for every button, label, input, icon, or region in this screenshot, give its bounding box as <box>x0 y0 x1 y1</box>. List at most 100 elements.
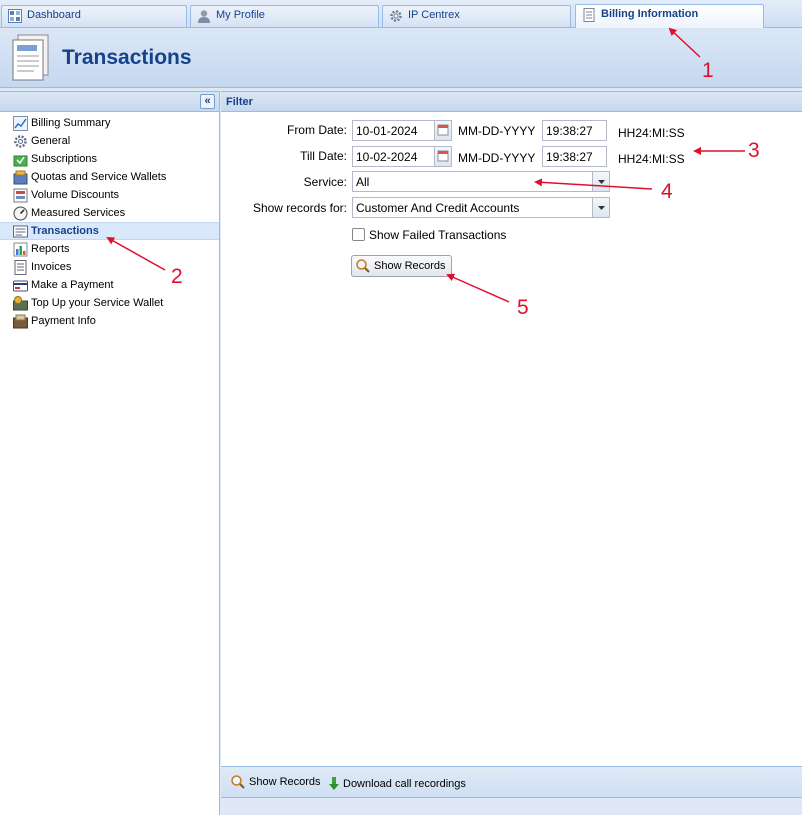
filter-header: Filter <box>221 91 802 112</box>
calendar-icon <box>437 150 449 162</box>
show-failed-transactions-checkbox[interactable] <box>352 228 365 241</box>
sidebar-item-label: Volume Discounts <box>31 189 120 201</box>
sidebar-item-transactions[interactable]: Transactions <box>0 222 219 240</box>
chart-icon <box>13 115 28 131</box>
download-call-recordings-label: Download call recordings <box>343 777 466 790</box>
chevron-down-icon <box>598 180 605 184</box>
show-records-for-select[interactable]: Customer And Credit Accounts <box>352 197 610 218</box>
bottom-strip <box>221 798 802 815</box>
from-date-input[interactable]: 10-01-2024 <box>352 120 435 141</box>
sidebar-item-invoices[interactable]: Invoices <box>0 258 219 276</box>
annotation-number-5: 5 <box>517 296 529 319</box>
sidebar-item-payment-info[interactable]: Payment Info <box>0 312 219 330</box>
sidebar-item-quotas[interactable]: Quotas and Service Wallets <box>0 168 219 186</box>
page-header: Transactions <box>0 28 802 88</box>
download-call-recordings-button[interactable]: Download call recordings <box>328 776 466 791</box>
annotation-number-1: 1 <box>702 59 714 82</box>
from-date-format: MM-DD-YYYY <box>458 124 536 138</box>
annotation-number-4: 4 <box>661 180 673 203</box>
show-records-button[interactable]: Show Records <box>351 255 452 277</box>
service-dropdown-trigger[interactable] <box>592 172 609 191</box>
sidebar-item-label: Top Up your Service Wallet <box>31 297 164 309</box>
gear-icon <box>389 9 403 23</box>
service-select-value: All <box>356 175 370 189</box>
transactions-document-icon <box>10 34 52 85</box>
sidebar-item-label: Reports <box>31 243 70 255</box>
annotation-number-2: 2 <box>171 265 183 288</box>
till-date-input[interactable]: 10-02-2024 <box>352 146 435 167</box>
top-tab-bar: Dashboard My Profile IP Centrex Billing … <box>0 0 802 28</box>
sidebar-item-label: Quotas and Service Wallets <box>31 171 167 183</box>
tab-my-profile-label: My Profile <box>216 9 265 21</box>
document-icon <box>582 8 596 22</box>
annotation-number-3: 3 <box>748 139 760 162</box>
page-title: Transactions <box>62 46 192 69</box>
sidebar-nav: Billing Summary General Subscriptions Qu… <box>0 112 219 330</box>
toolbar-show-records-label: Show Records <box>249 776 321 788</box>
tab-dashboard-label: Dashboard <box>27 9 81 21</box>
show-records-for-value: Customer And Credit Accounts <box>356 201 520 215</box>
sidebar-item-label: Make a Payment <box>31 279 114 291</box>
payment-info-icon <box>13 314 28 329</box>
sidebar-item-label: Payment Info <box>31 315 96 327</box>
download-arrow-icon <box>329 777 339 790</box>
bottom-toolbar: Show Records Download call recordings <box>221 766 802 798</box>
records-dropdown-trigger[interactable] <box>592 198 609 217</box>
discount-icon <box>13 188 28 203</box>
search-icon <box>356 259 370 273</box>
sidebar-item-label: Transactions <box>31 225 99 237</box>
money-icon <box>13 295 28 311</box>
sidebar-item-billing-summary[interactable]: Billing Summary <box>0 114 219 132</box>
sidebar-item-label: Subscriptions <box>31 153 98 165</box>
from-date-label: From Date: <box>286 123 347 137</box>
tab-ip-centrex[interactable]: IP Centrex <box>382 5 571 27</box>
sidebar: « Billing Summary General Subscriptions … <box>0 91 220 815</box>
sidebar-item-label: Billing Summary <box>31 117 111 129</box>
sidebar-item-measured-services[interactable]: Measured Services <box>0 204 219 222</box>
till-time-input[interactable]: 19:38:27 <box>542 146 607 167</box>
bar-chart-icon <box>13 242 28 257</box>
sidebar-item-top-up[interactable]: Top Up your Service Wallet <box>0 294 219 312</box>
transactions-icon <box>13 224 28 239</box>
tab-dashboard[interactable]: Dashboard <box>1 5 187 27</box>
search-icon <box>231 775 245 789</box>
till-date-calendar-button[interactable] <box>435 146 452 167</box>
sidebar-item-label: Invoices <box>31 261 72 273</box>
wallet-icon <box>13 170 28 185</box>
main-panel: Filter From Date: 10-01-2024 MM-DD-YYYY … <box>221 91 802 815</box>
service-label: Service: <box>303 175 347 189</box>
sidebar-item-make-payment[interactable]: Make a Payment <box>0 276 219 294</box>
till-date-label: Till Date: <box>300 149 347 163</box>
dashboard-icon <box>8 9 22 23</box>
gear-icon <box>13 134 28 149</box>
from-time-format: HH24:MI:SS <box>618 126 685 140</box>
sidebar-item-volume-discounts[interactable]: Volume Discounts <box>0 186 219 204</box>
calendar-icon <box>437 124 449 136</box>
sidebar-item-label: General <box>31 135 71 147</box>
tab-billing-information-label: Billing Information <box>601 8 699 20</box>
sidebar-item-subscriptions[interactable]: Subscriptions <box>0 150 219 168</box>
till-time-format: HH24:MI:SS <box>618 152 685 166</box>
show-records-button-label: Show Records <box>374 260 446 272</box>
sidebar-item-general[interactable]: General <box>0 132 219 150</box>
from-time-input[interactable]: 19:38:27 <box>542 120 607 141</box>
service-select[interactable]: All <box>352 171 610 192</box>
tab-billing-information[interactable]: Billing Information <box>575 4 764 28</box>
till-date-format: MM-DD-YYYY <box>458 151 536 165</box>
gauge-icon <box>13 206 28 221</box>
toolbar-show-records-button[interactable]: Show Records <box>230 774 321 790</box>
show-records-for-label: Show records for: <box>252 201 347 215</box>
tab-ip-centrex-label: IP Centrex <box>408 9 460 21</box>
chevron-down-icon <box>598 206 605 210</box>
sidebar-item-label: Measured Services <box>31 207 126 219</box>
tab-my-profile[interactable]: My Profile <box>190 5 379 27</box>
from-date-calendar-button[interactable] <box>435 120 452 141</box>
subscriptions-icon <box>13 152 28 167</box>
credit-card-icon <box>13 278 28 293</box>
show-failed-transactions-label: Show Failed Transactions <box>369 228 507 242</box>
invoice-icon <box>13 259 28 275</box>
sidebar-header: « <box>0 91 219 112</box>
collapse-sidebar-button[interactable]: « <box>200 94 215 109</box>
user-icon <box>197 9 211 23</box>
sidebar-item-reports[interactable]: Reports <box>0 240 219 258</box>
